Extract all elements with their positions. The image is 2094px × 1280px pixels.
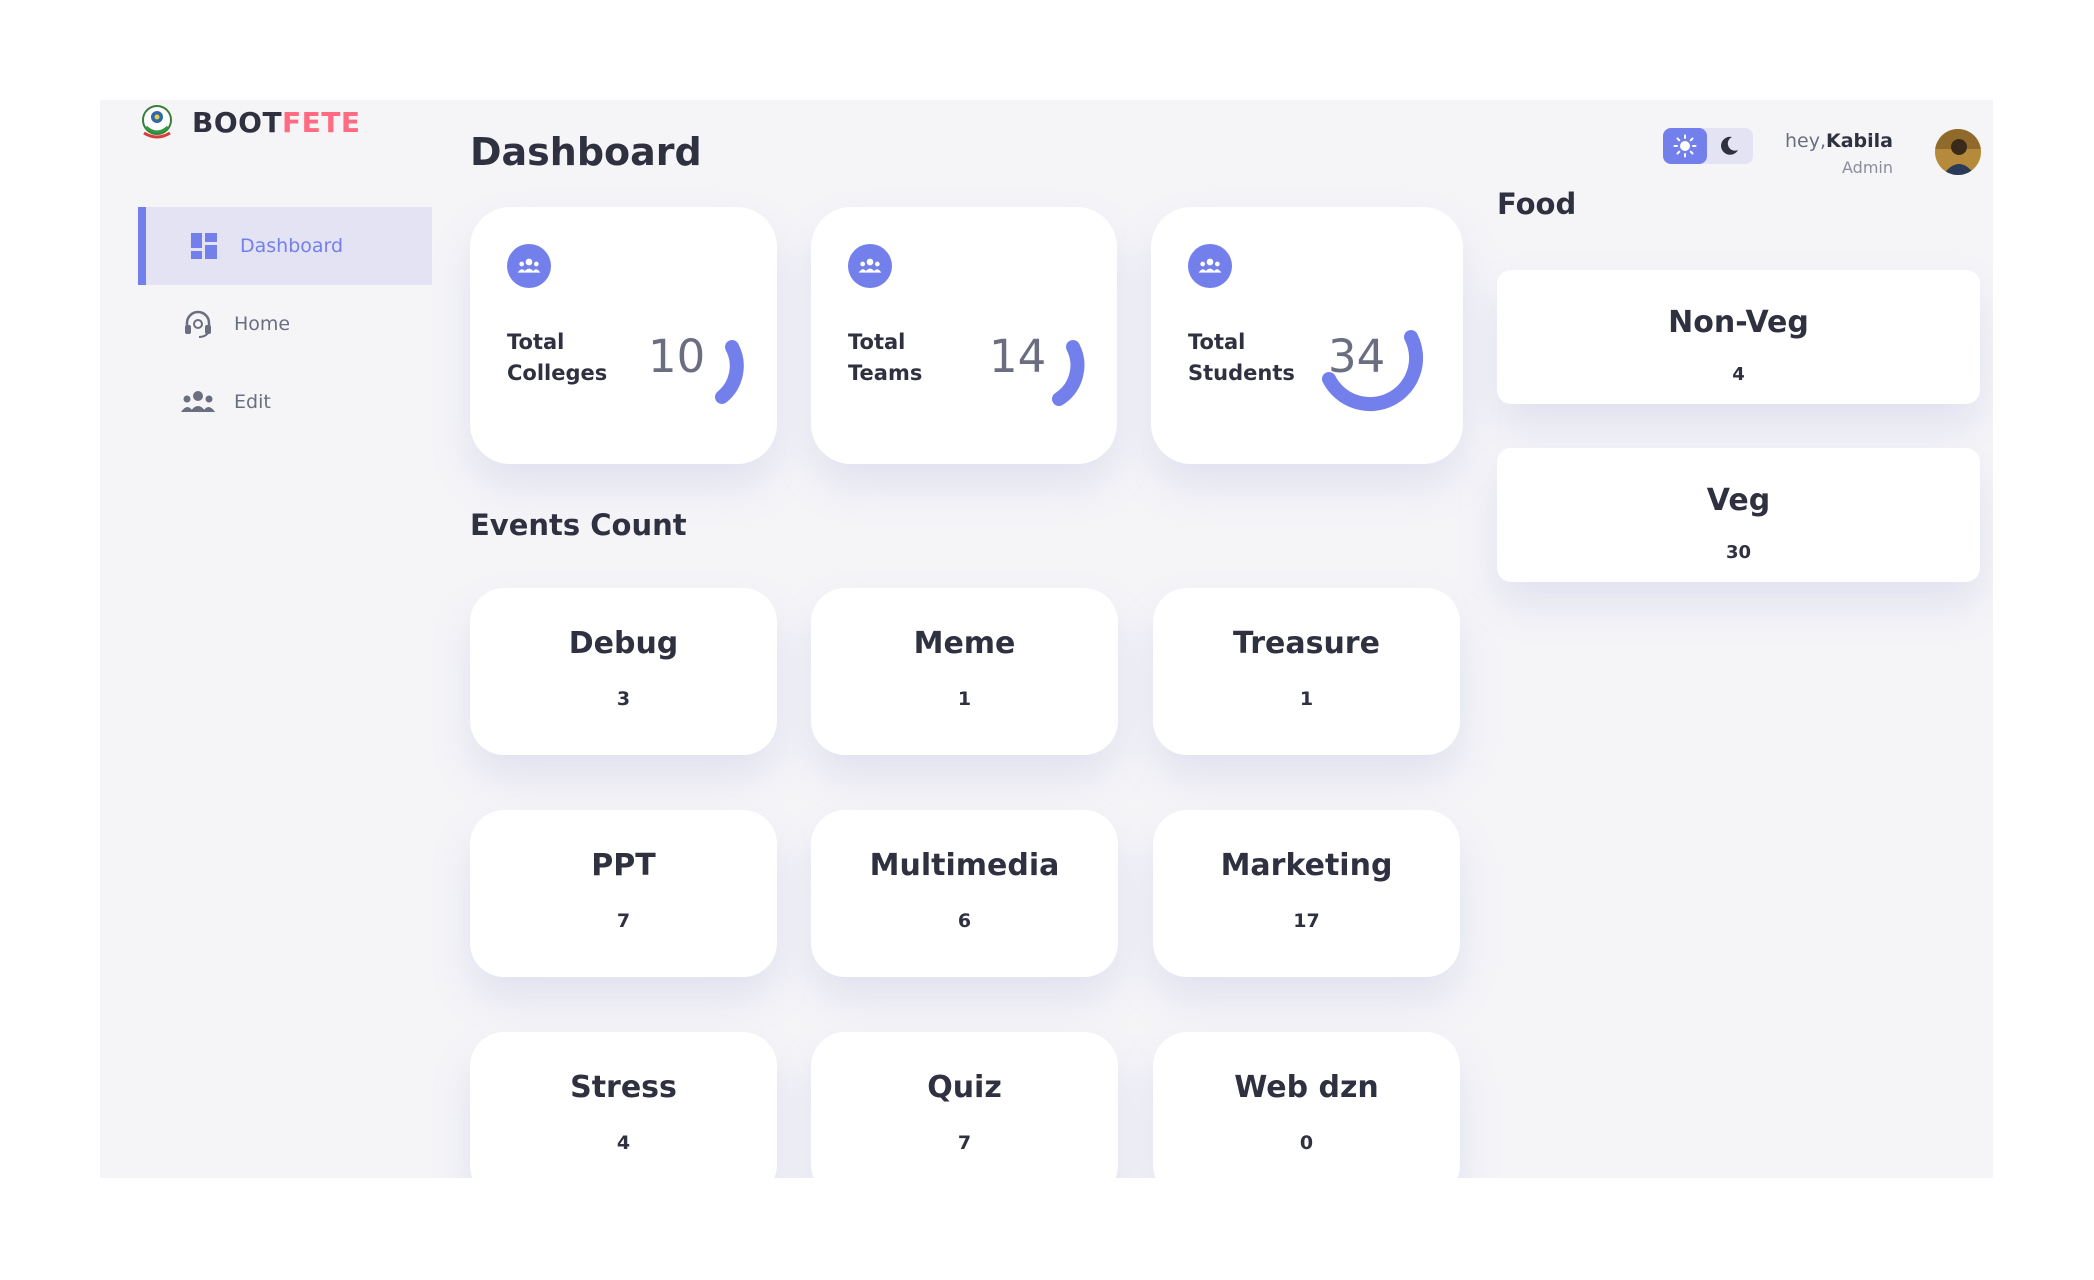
stat-card-teams[interactable]: Total Teams 14 [811, 207, 1117, 464]
event-name: Quiz [927, 1070, 1002, 1105]
event-card[interactable]: PPT 7 [470, 810, 777, 977]
brand-logo[interactable]: BOOTFETE [138, 102, 361, 142]
stat-value: 14 [989, 330, 1047, 383]
theme-toggle[interactable] [1663, 128, 1753, 164]
stat-card-colleges[interactable]: Total Colleges 10 [470, 207, 777, 464]
stat-label: Total Teams [848, 330, 923, 385]
food-card-non-veg[interactable]: Non-Veg 4 [1497, 270, 1980, 404]
event-count: 4 [616, 1132, 631, 1154]
event-name: Stress [570, 1070, 677, 1105]
brand-part2: FETE [282, 105, 361, 139]
event-card[interactable]: Multimedia 6 [811, 810, 1118, 977]
dark-mode-button[interactable] [1707, 128, 1751, 164]
event-count: 6 [957, 910, 972, 932]
event-name: PPT [591, 848, 656, 883]
greeting-prefix: hey, [1784, 130, 1826, 152]
food-name: Veg [1706, 483, 1771, 518]
event-card[interactable]: Treasure 1 [1153, 588, 1460, 755]
light-mode-button[interactable] [1663, 128, 1707, 164]
event-count: 7 [957, 1132, 972, 1154]
user-greeting: hey,Kabila [1785, 130, 1893, 152]
event-count: 0 [1299, 1132, 1314, 1154]
stat-card-students[interactable]: Total Students 34 [1151, 207, 1463, 464]
event-card[interactable]: Stress 4 [470, 1032, 777, 1178]
stat-label: Total Colleges [507, 330, 608, 385]
event-name: Debug [568, 626, 679, 661]
event-count: 17 [1293, 910, 1320, 932]
events-section-title: Events Count [470, 508, 687, 542]
group-icon [507, 244, 551, 288]
event-name: Meme [913, 626, 1016, 661]
stat-value: 10 [648, 330, 706, 383]
avatar[interactable] [1935, 129, 1981, 175]
food-name: Non-Veg [1668, 305, 1809, 340]
event-count: 1 [1299, 688, 1314, 710]
sidebar-item-home[interactable]: Home [138, 285, 432, 363]
food-count: 4 [1732, 364, 1745, 385]
event-count: 7 [616, 910, 631, 932]
sidebar-item-label: Dashboard [240, 235, 344, 257]
brand-name: BOOTFETE [192, 106, 361, 139]
sidebar-item-edit[interactable]: Edit [138, 363, 432, 441]
stat-value: 34 [1328, 330, 1386, 383]
sidebar-item-dashboard[interactable]: Dashboard [138, 207, 432, 285]
event-card[interactable]: Meme 1 [811, 588, 1118, 755]
emblem-icon [142, 105, 172, 139]
sun-icon [1673, 134, 1697, 158]
food-card-veg[interactable]: Veg 30 [1497, 448, 1980, 582]
dashboard-grid-icon [184, 226, 224, 266]
group-icon [1188, 244, 1232, 288]
sidebar: Dashboard Home Edit [138, 207, 432, 441]
event-card[interactable]: Marketing 17 [1153, 810, 1460, 977]
group-icon [178, 382, 218, 422]
event-card[interactable]: Debug 3 [470, 588, 777, 755]
sidebar-item-label: Edit [234, 391, 271, 413]
event-count: 1 [957, 688, 972, 710]
moon-icon [1721, 136, 1738, 155]
event-name: Treasure [1233, 626, 1380, 661]
sidebar-item-label: Home [234, 313, 291, 335]
app-window: BOOTFETE Dashboard Home Edit Dashboard T… [100, 100, 1993, 1178]
event-name: Web dzn [1234, 1070, 1379, 1105]
user-name: Kabila [1826, 130, 1893, 152]
brand-part1: BOOT [192, 105, 283, 139]
event-name: Multimedia [869, 848, 1060, 883]
stat-label: Total Students [1188, 330, 1295, 385]
group-icon [848, 244, 892, 288]
user-role: Admin [1842, 158, 1893, 177]
page-title: Dashboard [470, 130, 702, 174]
user-info: hey,Kabila Admin [1785, 130, 1893, 177]
event-count: 3 [616, 688, 631, 710]
food-count: 30 [1725, 542, 1752, 563]
event-name: Marketing [1220, 848, 1393, 883]
headset-icon [178, 304, 218, 344]
food-section-title: Food [1497, 187, 1577, 221]
event-card[interactable]: Web dzn 0 [1153, 1032, 1460, 1178]
event-card[interactable]: Quiz 7 [811, 1032, 1118, 1178]
